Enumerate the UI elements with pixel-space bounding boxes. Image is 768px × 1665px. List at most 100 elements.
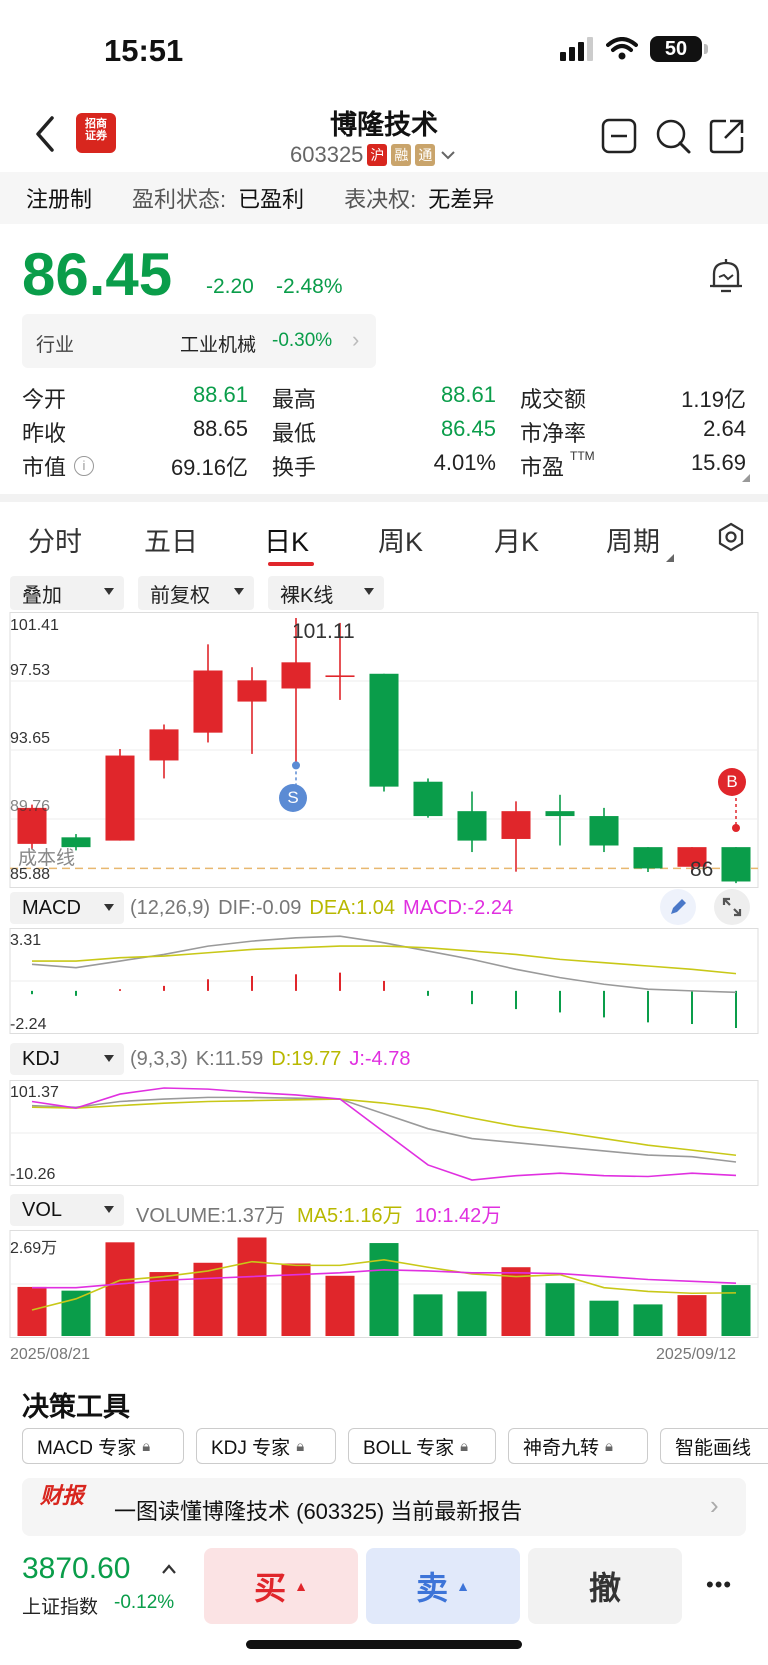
vol-legend: VOLUME:1.37万 MA5:1.16万 10:1.42万 (136, 1199, 501, 1228)
macd-value: MACD:-2.24 (403, 897, 514, 919)
kdj-k: K:11.59 (195, 1048, 264, 1070)
pe-ttm-suffix: TTM (570, 449, 595, 463)
stock-code-row[interactable]: 603325 沪 融 通 (290, 142, 457, 168)
share-icon[interactable] (708, 117, 746, 155)
status-icons: 50 (560, 36, 708, 62)
volume-bar (105, 1242, 135, 1336)
tool-macd-expert[interactable]: MACD 专家 🔒︎ (22, 1428, 184, 1464)
tool-smart-drawing[interactable]: 智能画线 (660, 1428, 768, 1464)
caret-down-icon (104, 1055, 114, 1062)
macd-params: (12,26,9) (130, 897, 211, 919)
kline-y-tick-3: 93.65 (10, 730, 51, 747)
vol-ma10: 10:1.42万 (414, 1205, 502, 1227)
candle-body (369, 673, 399, 787)
tool-magic-nine[interactable]: 神奇九转 🔒︎ (508, 1428, 648, 1464)
tab-weekly-k[interactable]: 周K (378, 520, 423, 559)
cellular-signal-icon (560, 37, 593, 61)
caret-down-icon (364, 588, 374, 595)
macd-dif: DIF:-0.09 (218, 897, 302, 919)
alert-bell-icon[interactable] (706, 256, 746, 296)
cost-line-label: 成本线 (18, 848, 76, 869)
volume-bar (369, 1243, 399, 1336)
kline-type-label: 裸K线 (280, 584, 334, 607)
kdj-d: D:19.77 (271, 1048, 342, 1070)
kdj-dropdown[interactable]: KDJ (10, 1043, 124, 1075)
candle-body (501, 811, 531, 839)
cancel-order-button[interactable]: 撤 (528, 1548, 682, 1624)
vote-value: 无差异 (428, 187, 495, 212)
index-value[interactable]: 3870.60 (22, 1552, 130, 1586)
stat-value: 88.65 (192, 416, 248, 441)
overlay-dropdown[interactable]: 叠加 (10, 576, 124, 610)
tab-five-day[interactable]: 五日 (144, 520, 198, 559)
decision-tools-title: 决策工具 (22, 1392, 130, 1422)
volume-chart (9, 1230, 759, 1338)
settings-icon[interactable] (716, 522, 746, 552)
macd-name: MACD (22, 896, 81, 919)
vol-ma5: MA5:1.16万 (296, 1205, 403, 1227)
stat-value: 4.01% (433, 450, 496, 475)
kdj-d-line (31, 1098, 737, 1157)
stock-code: 603325 (290, 142, 364, 167)
buy-button[interactable]: 买 ▲ (204, 1548, 358, 1624)
tab-daily-k[interactable]: 日K (264, 520, 309, 559)
report-logo: 财报 (40, 1483, 85, 1508)
x-axis-start-date: 2025/08/21 (10, 1346, 91, 1363)
chevron-up-icon[interactable] (160, 1562, 178, 1576)
volume-bar (633, 1304, 663, 1336)
volume-bar (17, 1286, 47, 1336)
adjust-dropdown[interactable]: 前复权 (138, 576, 254, 610)
kdj-legend: (9,3,3) K:11.59 D:19.77 J:-4.78 (130, 1048, 411, 1071)
macd-legend: (12,26,9) DIF:-0.09 DEA:1.04 MACD:-2.24 (130, 897, 513, 920)
expand-corner-icon[interactable] (742, 474, 750, 482)
edit-indicator-button[interactable] (660, 889, 696, 925)
candle-body (281, 662, 311, 689)
industry-row[interactable]: 行业 工业机械 -0.30% › (22, 314, 376, 368)
candle-body (325, 675, 355, 678)
kdj-chart (9, 1080, 759, 1186)
tool-kdj-expert[interactable]: KDJ 专家 🔒︎ (196, 1428, 336, 1464)
search-icon[interactable] (654, 117, 692, 155)
fullscreen-button[interactable] (714, 889, 750, 925)
info-icon[interactable]: i (74, 456, 94, 476)
kline-chart[interactable] (0, 612, 768, 888)
kdj-j-line (31, 1087, 737, 1181)
sell-button[interactable]: 卖 ▲ (366, 1548, 520, 1624)
tool-boll-expert[interactable]: BOLL 专家 🔒︎ (348, 1428, 496, 1464)
stat-value: 15.69 (690, 450, 746, 475)
buy-signal-dot (732, 824, 740, 832)
chevron-right-icon: › (352, 327, 360, 352)
industry-label: 行业 (36, 335, 75, 356)
tab-monthly-k[interactable]: 月K (494, 520, 539, 559)
more-menu-icon[interactable]: ••• (706, 1572, 732, 1598)
candle-body (193, 670, 223, 733)
status-time: 15:51 (104, 33, 184, 68)
expand-icon (722, 897, 742, 917)
wifi-icon (606, 37, 638, 60)
kdj-j: J:-4.78 (349, 1048, 411, 1070)
pencil-icon (671, 899, 686, 914)
stock-name: 博隆技术 (330, 110, 438, 140)
vol-dropdown[interactable]: VOL (10, 1194, 124, 1226)
tab-period[interactable]: 周期 (606, 520, 660, 559)
volume-bar (325, 1275, 355, 1336)
candle-body (237, 680, 267, 702)
industry-pct: -0.30% (272, 330, 333, 351)
candle-body (149, 729, 179, 761)
buy-signal-marker[interactable]: B (718, 768, 746, 796)
tool-label: 智能画线 (675, 1437, 752, 1459)
candle-body (633, 847, 663, 869)
kline-type-dropdown[interactable]: 裸K线 (268, 576, 384, 610)
tab-intraday[interactable]: 分时 (28, 520, 82, 559)
tool-label: BOLL 专家 (363, 1437, 455, 1459)
badge-margin: 融 (391, 144, 412, 166)
macd-dropdown[interactable]: MACD (10, 892, 124, 924)
minimize-icon[interactable] (600, 117, 638, 155)
report-banner[interactable]: 财报 一图读懂博隆技术 (603325) 当前最新报告 › (22, 1478, 746, 1536)
section-divider (0, 494, 768, 502)
stat-label: 市净率 (520, 421, 587, 446)
stat-label: 换手 (272, 455, 317, 480)
caret-up-icon: ▲ (294, 1578, 308, 1594)
macd-dea-line (32, 945, 737, 975)
sell-signal-marker[interactable]: S (279, 784, 307, 812)
